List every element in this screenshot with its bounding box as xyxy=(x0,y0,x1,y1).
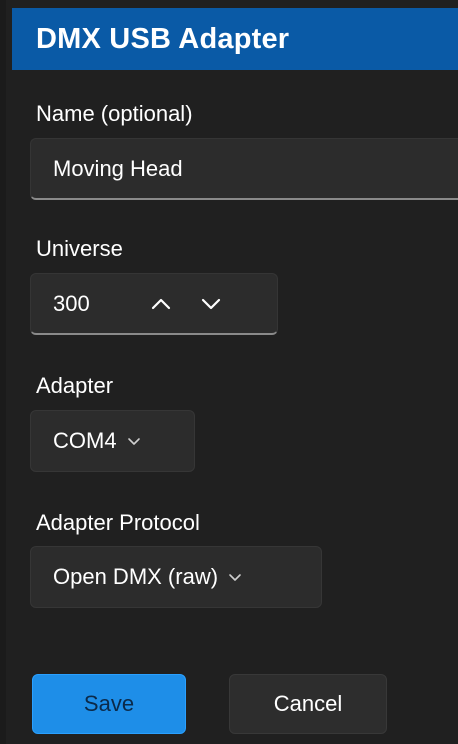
universe-number-box[interactable]: 300 xyxy=(30,273,278,335)
universe-value[interactable]: 300 xyxy=(53,291,133,317)
chevron-up-icon xyxy=(151,298,171,309)
adapter-label: Adapter xyxy=(36,373,114,398)
name-input[interactable]: Moving Head xyxy=(30,138,458,200)
chevron-down-icon xyxy=(201,298,221,309)
adapter-protocol-selected-value: Open DMX (raw) xyxy=(53,564,219,589)
dialog-title: DMX USB Adapter xyxy=(36,22,290,55)
name-input-value: Moving Head xyxy=(53,155,183,181)
universe-increment-button[interactable] xyxy=(139,282,183,326)
adapter-protocol-dropdown[interactable]: Open DMX (raw) xyxy=(30,546,322,608)
save-button[interactable]: Save xyxy=(32,674,186,734)
adapter-protocol-label: Adapter Protocol xyxy=(36,510,200,535)
cancel-button[interactable]: Cancel xyxy=(229,674,387,734)
title-bar: DMX USB Adapter xyxy=(12,8,458,70)
adapter-selected-value: COM4 xyxy=(53,428,117,453)
chevron-down-icon xyxy=(127,437,141,446)
name-label: Name (optional) xyxy=(36,101,193,126)
adapter-dropdown[interactable]: COM4 xyxy=(30,410,195,472)
universe-label: Universe xyxy=(36,236,123,261)
chevron-down-icon xyxy=(228,573,242,582)
dmx-usb-adapter-dialog: DMX USB Adapter Name (optional) Moving H… xyxy=(0,0,458,744)
universe-decrement-button[interactable] xyxy=(189,282,233,326)
